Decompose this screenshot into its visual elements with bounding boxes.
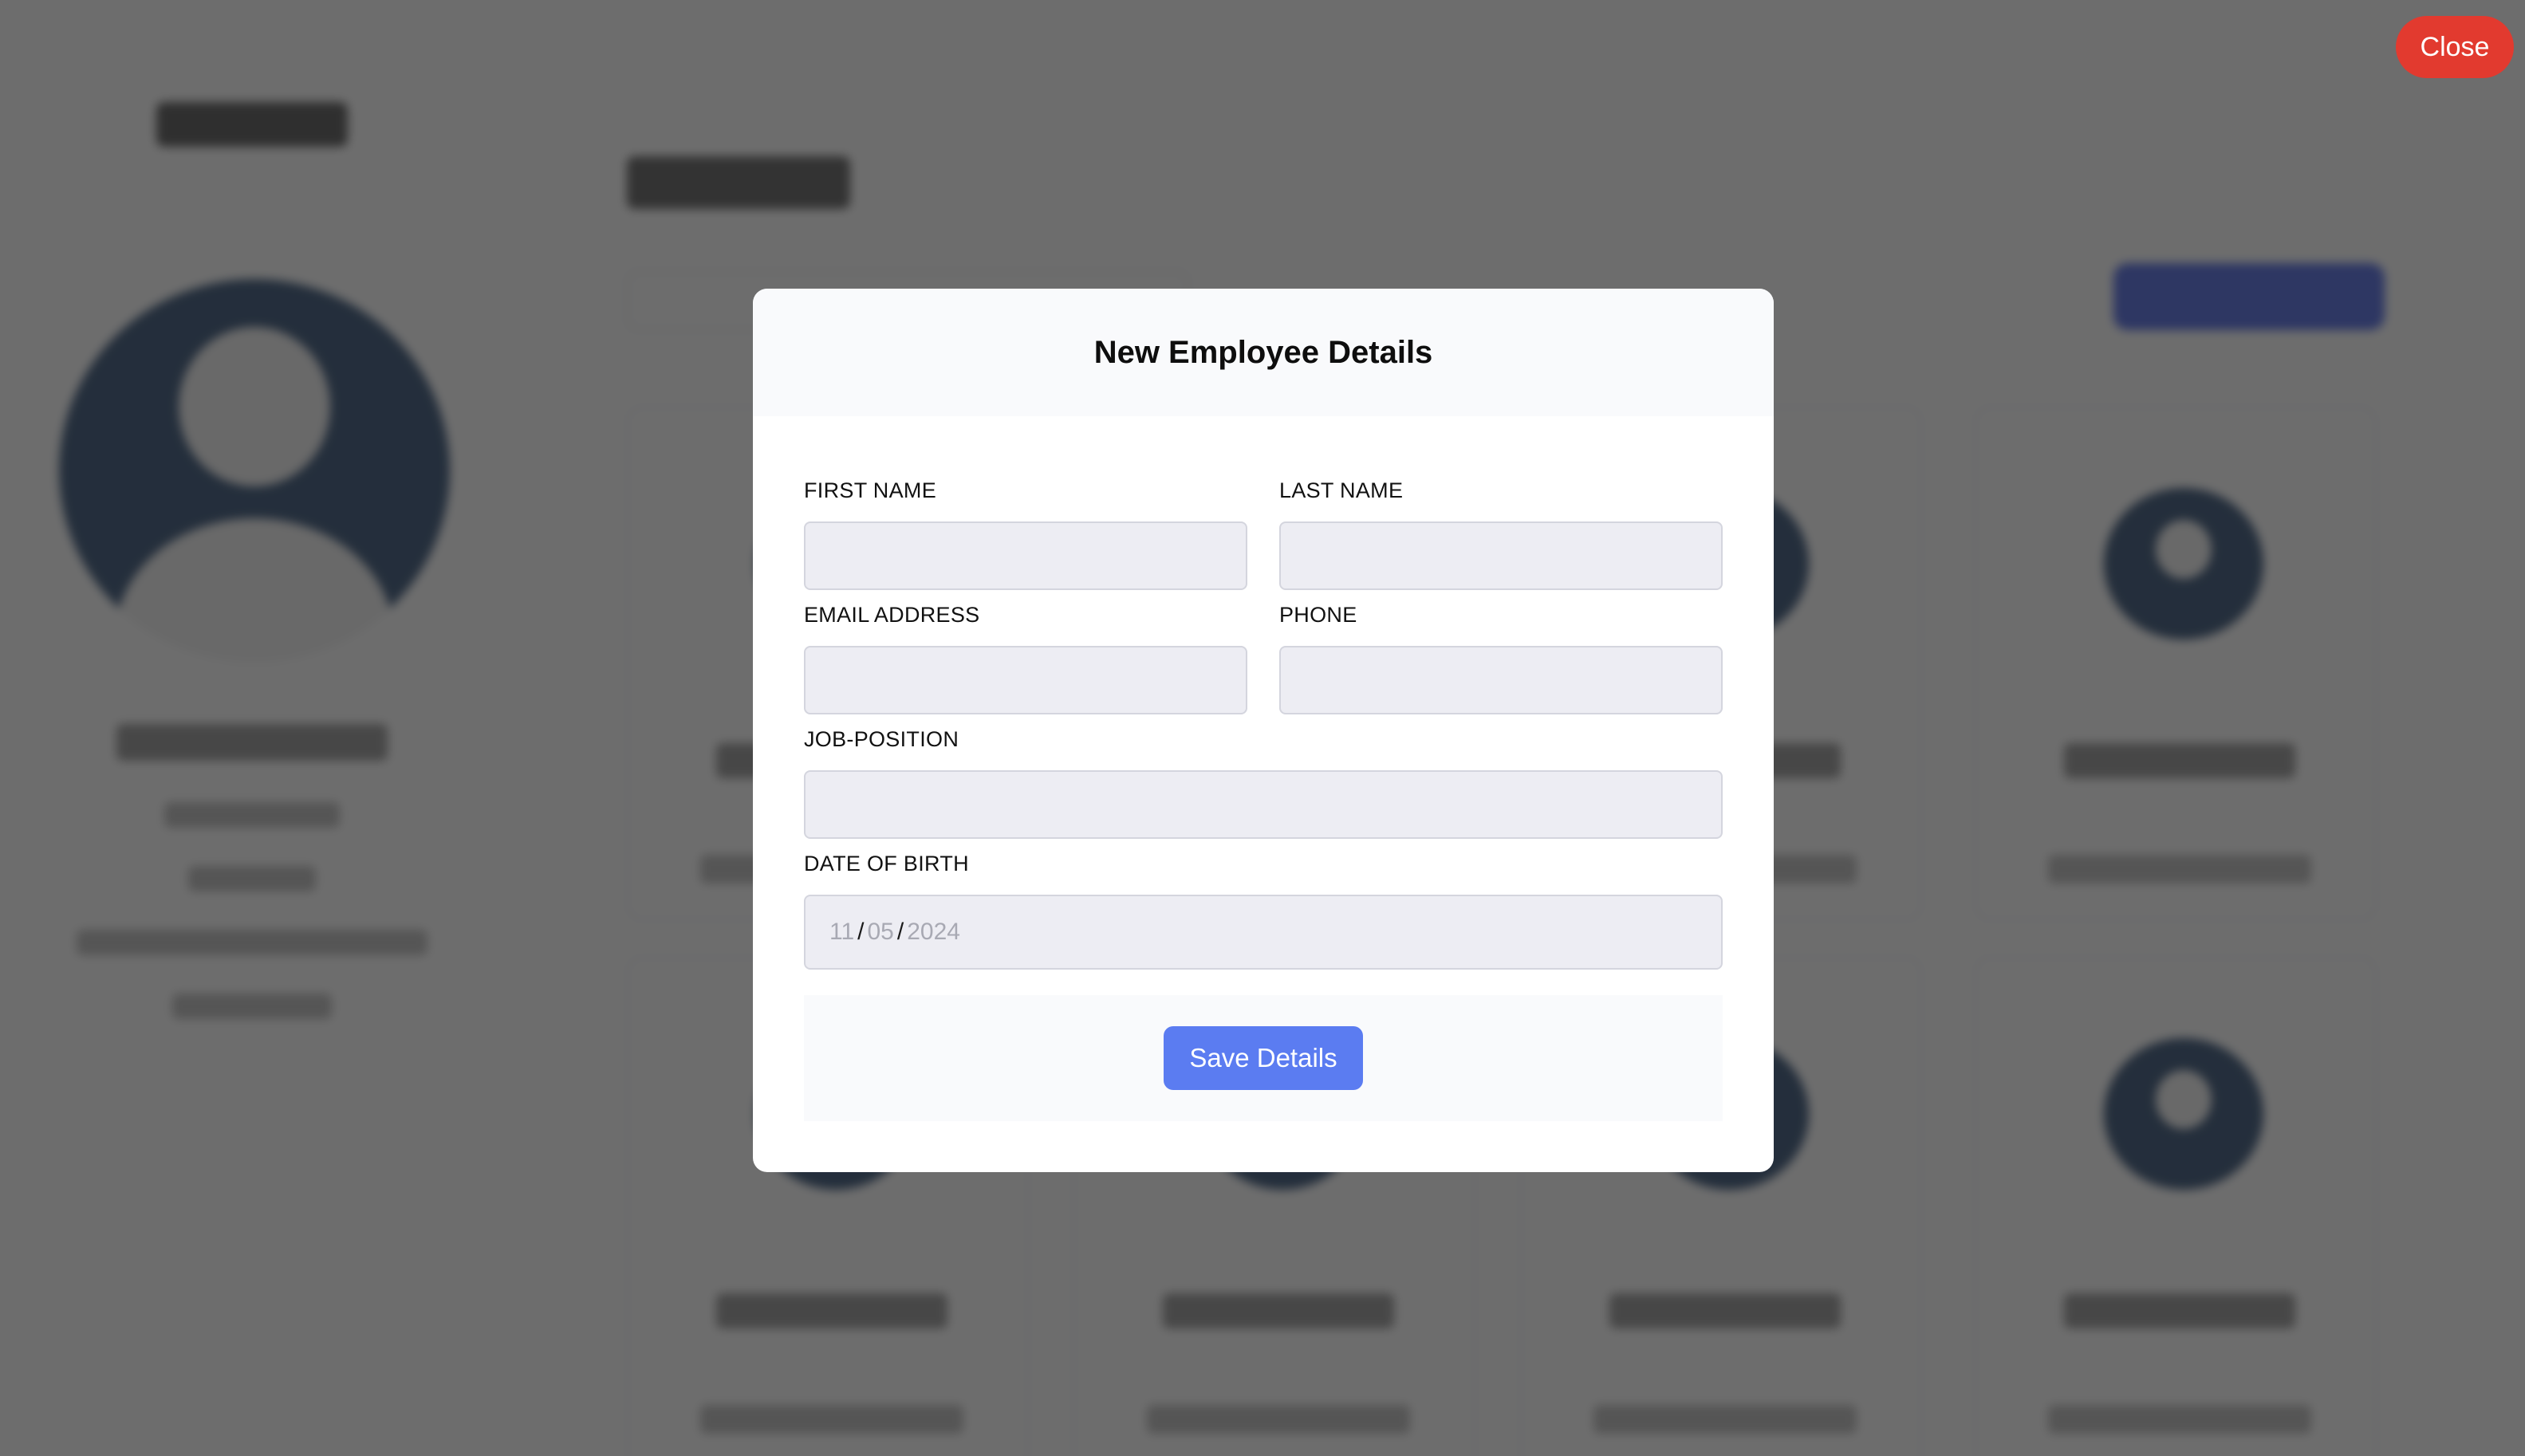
dob-day[interactable]: 05 [868, 919, 894, 946]
first-name-input[interactable] [804, 521, 1247, 590]
date-of-birth-label: DATE OF BIRTH [804, 852, 969, 876]
date-of-birth-input[interactable]: 11 / 05 / 2024 [804, 895, 1723, 970]
job-position-input[interactable] [804, 770, 1723, 839]
last-name-label: LAST NAME [1279, 478, 1404, 502]
close-button[interactable]: Close [2396, 16, 2514, 78]
dob-year[interactable]: 2024 [907, 919, 960, 946]
phone-input[interactable] [1279, 646, 1723, 714]
last-name-input[interactable] [1279, 521, 1723, 590]
modal-header: New Employee Details [753, 289, 1774, 416]
dob-separator: / [896, 919, 904, 945]
modal-title: New Employee Details [1093, 334, 1433, 370]
new-employee-modal: New Employee Details FIRST NAME LAST NAM… [753, 289, 1774, 1172]
email-input[interactable] [804, 646, 1247, 714]
dob-month[interactable]: 11 [829, 919, 854, 946]
email-label: EMAIL ADDRESS [804, 603, 980, 627]
save-details-button[interactable]: Save Details [1164, 1026, 1363, 1090]
phone-label: PHONE [1279, 603, 1357, 627]
job-position-label: JOB-POSITION [804, 727, 959, 751]
first-name-label: FIRST NAME [804, 478, 937, 502]
dob-separator: / [857, 919, 865, 945]
modal-footer: Save Details [804, 995, 1723, 1121]
